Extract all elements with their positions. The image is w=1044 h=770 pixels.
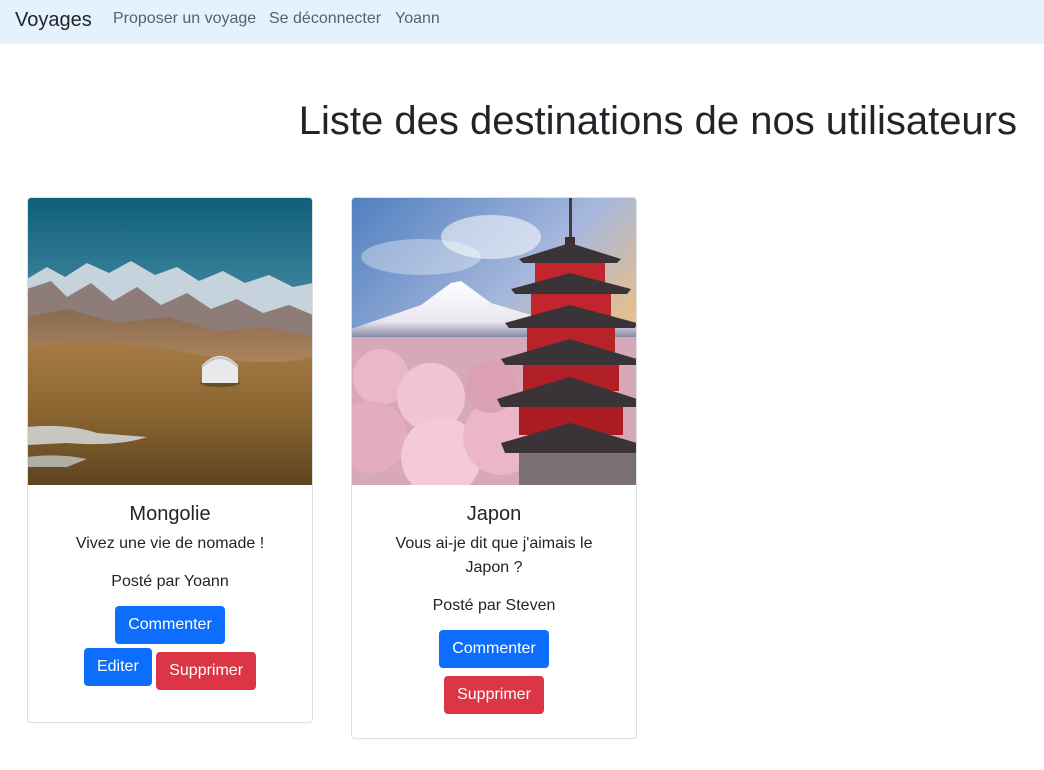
card-title: Japon [466, 503, 522, 525]
delete-button[interactable]: Supprimer [444, 676, 544, 714]
card-description: Vivez une vie de nomade ! [75, 535, 265, 552]
card-title: Mongolie [129, 503, 211, 525]
delete-button[interactable]: Supprimer [156, 652, 257, 690]
comment-button[interactable]: Commenter [115, 606, 225, 644]
japan-pagoda-image [352, 198, 636, 485]
nav-link-user[interactable]: Yoann [395, 10, 440, 28]
nav-link-logout[interactable]: Se déconnecter [269, 10, 381, 28]
edit-button[interactable]: Editer [83, 648, 152, 686]
nav-link-proposer-voyage[interactable]: Proposer un voyage [113, 10, 256, 28]
card-author: Posté par Yoann [111, 573, 229, 590]
mongolia-landscape-image [28, 198, 312, 485]
card-author: Posté par Steven [432, 597, 556, 614]
comment-button[interactable]: Commenter [439, 630, 549, 668]
destination-card: Japon Vous ai-je dit que j'aimais le Jap… [351, 197, 637, 739]
page-title: Liste des destinations de nos utilisateu… [298, 99, 1017, 143]
destination-card: Mongolie Vivez une vie de nomade ! Posté… [27, 197, 313, 723]
navbar: Voyages Proposer un voyage Se déconnecte… [0, 0, 1044, 44]
card-description: Vous ai-je dit que j'aimais le Japon ? [395, 535, 593, 576]
navbar-brand[interactable]: Voyages [15, 8, 92, 32]
